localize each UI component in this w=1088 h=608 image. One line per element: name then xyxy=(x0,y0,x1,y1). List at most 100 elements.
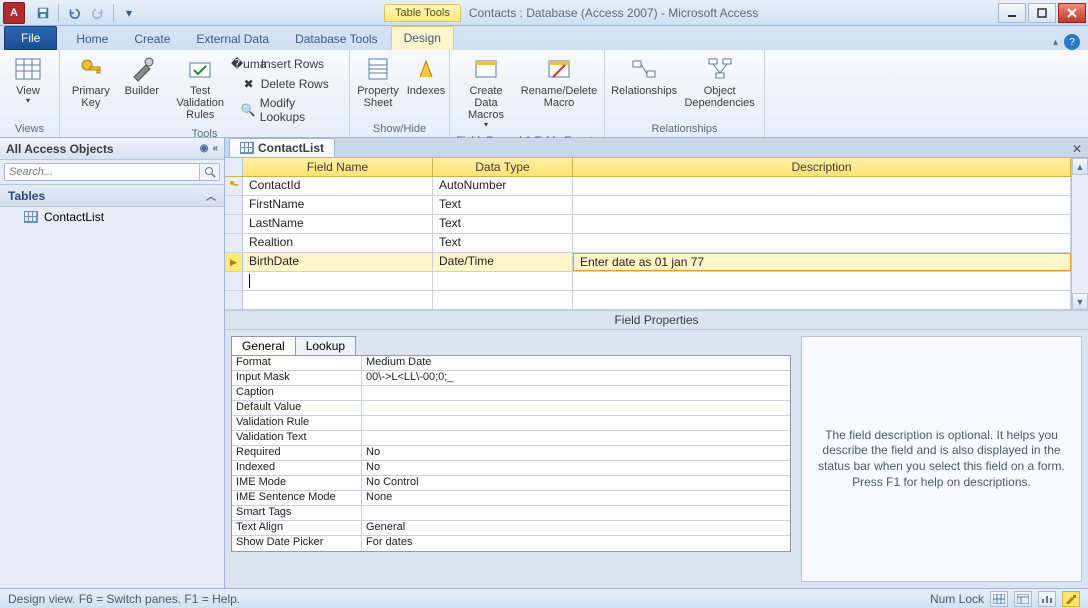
navpane-collapse-icon[interactable]: « xyxy=(212,143,218,154)
field-name-cell[interactable]: FirstName xyxy=(243,196,433,214)
scroll-down-icon[interactable]: ▼ xyxy=(1072,293,1088,310)
indexes-button[interactable]: Indexes xyxy=(404,53,448,99)
tab-external-data[interactable]: External Data xyxy=(183,27,282,50)
property-row[interactable]: Validation Text xyxy=(232,431,790,446)
property-row[interactable]: IndexedNo xyxy=(232,461,790,476)
field-name-cell[interactable] xyxy=(243,272,433,290)
save-icon[interactable] xyxy=(34,4,52,22)
document-tab-contactlist[interactable]: ContactList xyxy=(229,138,335,157)
description-cell[interactable] xyxy=(573,234,1071,252)
property-row[interactable]: Show Date PickerFor dates xyxy=(232,536,790,551)
chevron-up-icon[interactable]: ︿ xyxy=(206,188,216,203)
data-type-cell[interactable] xyxy=(433,272,573,290)
row-selector[interactable] xyxy=(225,272,243,290)
primary-key-button[interactable]: Primary Key xyxy=(66,53,116,111)
data-type-cell[interactable]: AutoNumber xyxy=(433,177,573,195)
row-selector[interactable] xyxy=(225,215,243,233)
row-selector[interactable] xyxy=(225,196,243,214)
property-row[interactable]: IME Sentence ModeNone xyxy=(232,491,790,506)
relationships-button[interactable]: Relationships xyxy=(611,53,677,99)
rename-delete-macro-button[interactable]: Rename/Delete Macro xyxy=(520,53,598,111)
close-tab-icon[interactable]: ✕ xyxy=(1068,141,1086,157)
table-row[interactable]: FirstNameText xyxy=(225,196,1071,215)
property-row[interactable]: Validation Rule xyxy=(232,416,790,431)
header-description[interactable]: Description xyxy=(573,158,1071,176)
navpane-filter-icon[interactable]: ◉ xyxy=(200,143,209,154)
search-icon[interactable] xyxy=(200,163,220,181)
property-value[interactable] xyxy=(362,431,790,445)
tab-lookup[interactable]: Lookup xyxy=(295,336,356,355)
row-selector[interactable] xyxy=(225,234,243,252)
tab-file[interactable]: File xyxy=(4,26,57,50)
field-name-cell[interactable] xyxy=(243,291,433,309)
field-name-cell[interactable]: BirthDate xyxy=(243,253,433,271)
property-row[interactable]: Text AlignGeneral xyxy=(232,521,790,536)
property-row[interactable]: RequiredNo xyxy=(232,446,790,461)
property-row[interactable]: Default Value xyxy=(232,401,790,416)
header-data-type[interactable]: Data Type xyxy=(433,158,573,176)
modify-lookups-button[interactable]: 🔍Modify Lookups xyxy=(237,95,343,125)
property-row[interactable]: Smart Tags xyxy=(232,506,790,521)
minimize-button[interactable] xyxy=(998,3,1026,23)
qat-customize-icon[interactable]: ▾ xyxy=(120,4,138,22)
description-cell[interactable] xyxy=(573,272,1071,290)
data-type-cell[interactable] xyxy=(433,291,573,309)
vertical-scrollbar[interactable]: ▲ ▼ xyxy=(1071,158,1088,310)
field-name-cell[interactable]: ContactId xyxy=(243,177,433,195)
search-input[interactable] xyxy=(4,163,200,181)
ribbon-collapse-icon[interactable]: ▴ xyxy=(1053,37,1058,48)
description-cell[interactable] xyxy=(573,291,1071,309)
row-selector[interactable]: ▶ xyxy=(225,253,243,271)
property-value[interactable]: No Control xyxy=(362,476,790,490)
property-row[interactable]: Input Mask00\->L<LL\-00;0;_ xyxy=(232,371,790,386)
description-cell[interactable] xyxy=(573,196,1071,214)
table-row[interactable]: LastNameText xyxy=(225,215,1071,234)
tab-database-tools[interactable]: Database Tools xyxy=(282,27,391,50)
field-name-cell[interactable]: Realtion xyxy=(243,234,433,252)
redo-icon[interactable] xyxy=(89,4,107,22)
maximize-button[interactable] xyxy=(1028,3,1056,23)
data-type-cell[interactable]: Text xyxy=(433,196,573,214)
view-button[interactable]: View▾ xyxy=(6,53,50,108)
object-dependencies-button[interactable]: Object Dependencies xyxy=(681,53,758,111)
test-validation-button[interactable]: Test Validation Rules xyxy=(168,53,233,123)
help-icon[interactable]: ? xyxy=(1064,34,1080,50)
row-selector[interactable] xyxy=(225,177,243,195)
navpane-header[interactable]: All Access Objects ◉ « xyxy=(0,138,224,160)
table-row[interactable]: ContactIdAutoNumber xyxy=(225,177,1071,196)
tab-general[interactable]: General xyxy=(231,336,296,355)
nav-group-tables[interactable]: Tables ︿ xyxy=(0,184,224,207)
description-cell[interactable] xyxy=(573,215,1071,233)
property-sheet-button[interactable]: Property Sheet xyxy=(356,53,400,111)
property-value[interactable]: No xyxy=(362,461,790,475)
property-value[interactable] xyxy=(362,506,790,520)
description-cell[interactable]: Enter date as 01 jan 77 xyxy=(573,253,1071,271)
close-button[interactable] xyxy=(1058,3,1086,23)
property-row[interactable]: Caption xyxy=(232,386,790,401)
view-pivottable-button[interactable] xyxy=(1014,591,1032,607)
tab-home[interactable]: Home xyxy=(63,27,121,50)
insert-rows-button[interactable]: �umaInsert Rows xyxy=(237,55,343,73)
property-value[interactable]: For dates xyxy=(362,536,790,551)
view-pivotchart-button[interactable] xyxy=(1038,591,1056,607)
table-row[interactable]: ▶BirthDateDate/TimeEnter date as 01 jan … xyxy=(225,253,1071,272)
property-value[interactable]: None xyxy=(362,491,790,505)
table-row[interactable] xyxy=(225,291,1071,310)
table-row[interactable]: RealtionText xyxy=(225,234,1071,253)
delete-rows-button[interactable]: ✖Delete Rows xyxy=(237,75,343,93)
row-selector[interactable] xyxy=(225,291,243,309)
create-data-macros-button[interactable]: Create Data Macros▾ xyxy=(456,53,516,132)
data-type-cell[interactable]: Date/Time xyxy=(433,253,573,271)
nav-item-contactlist[interactable]: ContactList xyxy=(0,207,224,227)
scroll-up-icon[interactable]: ▲ xyxy=(1072,158,1088,175)
property-value[interactable] xyxy=(362,386,790,400)
property-value[interactable]: 00\->L<LL\-00;0;_ xyxy=(362,371,790,385)
builder-button[interactable]: Builder xyxy=(120,53,164,99)
description-cell[interactable] xyxy=(573,177,1071,195)
property-value[interactable] xyxy=(362,401,790,415)
property-value[interactable]: General xyxy=(362,521,790,535)
property-value[interactable]: Medium Date xyxy=(362,356,790,370)
data-type-cell[interactable]: Text xyxy=(433,215,573,233)
field-name-cell[interactable]: LastName xyxy=(243,215,433,233)
data-type-cell[interactable]: Text xyxy=(433,234,573,252)
